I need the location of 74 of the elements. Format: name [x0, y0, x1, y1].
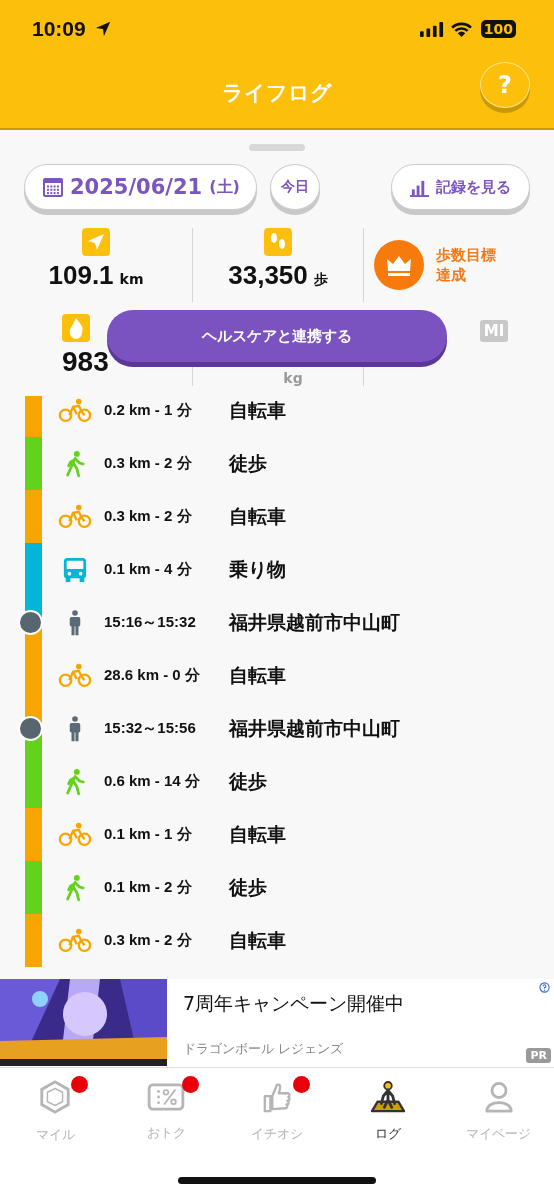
stop-dot [18, 610, 43, 635]
segment-label: 自転車 [229, 927, 286, 953]
segment-label: 福井県越前市中山町 [229, 715, 400, 741]
route-segment [25, 861, 42, 888]
segment-detail: 15:32～15:56 [104, 719, 197, 738]
stat-unit: 歩 [313, 271, 328, 289]
route-segment [25, 516, 42, 543]
standing-person-icon [68, 714, 82, 743]
segment-label: 自転車 [229, 662, 286, 688]
route-segment [25, 437, 42, 464]
segment-label: 自転車 [229, 821, 286, 847]
route-segment [25, 914, 42, 941]
bus-icon [62, 556, 88, 583]
cyclist-icon [58, 822, 92, 847]
stat-unit: kg [282, 370, 303, 386]
route-segment [25, 490, 42, 517]
stat-value: 983 [62, 346, 109, 378]
screen-title: ライフログ [222, 80, 332, 107]
stop-dot [18, 716, 43, 741]
segment-detail: 28.6 km - 0 分 [104, 666, 201, 685]
route-segment [25, 887, 42, 914]
walking-person-icon [64, 767, 86, 796]
route-segment [25, 834, 42, 861]
segment-label: 福井県越前市中山町 [229, 609, 400, 635]
battery-indicator: 100 [480, 20, 516, 38]
signal-icon [419, 21, 444, 37]
segment-label: 徒歩 [229, 768, 267, 794]
drag-handle[interactable] [249, 144, 305, 151]
info-icon[interactable] [539, 982, 550, 993]
segment-detail: 0.1 km - 2 分 [104, 878, 193, 897]
cyclist-icon [58, 928, 92, 953]
cyclist-icon [58, 663, 92, 688]
segment-detail: 0.2 km - 1 分 [104, 401, 193, 420]
segment-label: 自転車 [229, 503, 286, 529]
ad-advertiser: ドラゴンボール レジェンズ [183, 1040, 345, 1058]
walking-person-icon [64, 873, 86, 902]
segment-label: 乗り物 [229, 556, 286, 582]
person-icon [483, 1081, 514, 1113]
walking-person-icon [64, 449, 86, 478]
stat-value: 109.1 [48, 260, 114, 291]
gem-icon [38, 1080, 73, 1114]
ad-title: 7周年キャンペーン開催中 [183, 991, 405, 1016]
stat-unit: km [119, 271, 144, 287]
crown-icon [374, 240, 424, 290]
segment-detail: 0.3 km - 2 分 [104, 507, 193, 526]
route-segment [25, 463, 42, 490]
route-segment [25, 940, 42, 967]
segment-detail: 0.1 km - 4 分 [104, 560, 193, 579]
stat-value: 33,350 [228, 260, 308, 291]
goal-achieved-text: 歩数目標 達成 [436, 244, 496, 286]
cyclist-icon [58, 398, 92, 423]
standing-person-icon [68, 608, 82, 637]
segment-label: 徒歩 [229, 874, 267, 900]
segment-detail: 15:16～15:32 [104, 613, 197, 632]
ad-banner[interactable]: 7周年キャンペーン開催中 ドラゴンボール レジェンズ PR [0, 979, 554, 1068]
wifi-icon [449, 20, 473, 38]
segment-detail: 0.3 km - 2 分 [104, 454, 193, 473]
route-segment [25, 808, 42, 835]
segment-detail: 0.1 km - 1 分 [104, 825, 193, 844]
route-segment [25, 543, 42, 570]
segment-label: 自転車 [229, 397, 286, 423]
segment-label: 徒歩 [229, 450, 267, 476]
tab-item[interactable]: ログ [332, 1068, 444, 1156]
footprints-icon [264, 228, 292, 256]
coupon-icon [147, 1082, 186, 1112]
route-segment [25, 781, 42, 808]
segment-detail: 0.3 km - 2 分 [104, 931, 193, 950]
segment-detail: 0.6 km - 14 分 [104, 772, 201, 791]
walker-icon [369, 1081, 406, 1113]
status-time: 10:09 [32, 17, 86, 41]
cyclist-icon [58, 504, 92, 529]
thumbs-up-icon [262, 1081, 292, 1113]
pr-badge: PR [526, 1048, 551, 1063]
calendar-icon [43, 177, 63, 197]
